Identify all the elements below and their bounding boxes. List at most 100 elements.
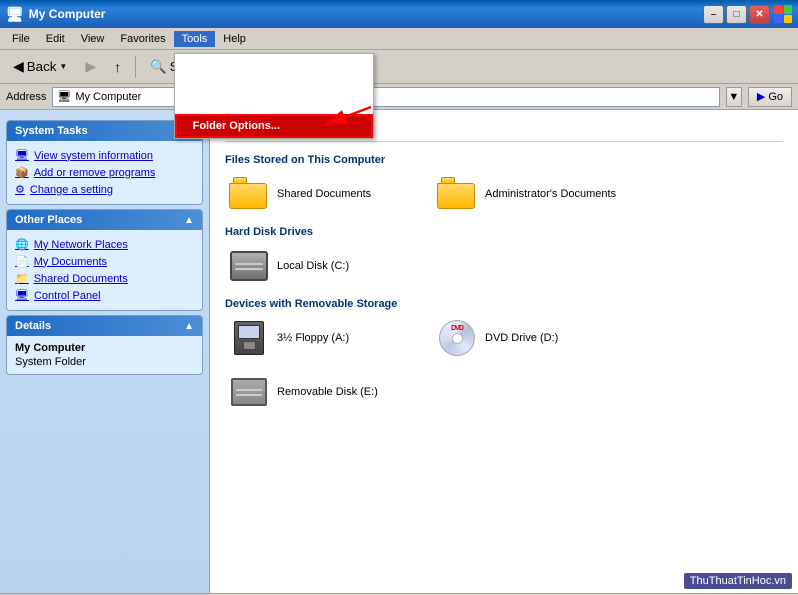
files-grid: Shared Documents Administrator's Documen… — [225, 172, 783, 216]
administrator-docs-item[interactable]: Administrator's Documents — [433, 172, 633, 216]
close-button[interactable]: ✕ — [749, 5, 770, 24]
content-area: My Computer Files Stored on This Compute… — [210, 110, 798, 593]
add-programs-icon: 📦 — [15, 166, 29, 179]
other-places-panel: Other Places ▲ 🌐 My Network Places 📄 My … — [6, 209, 203, 311]
main-layout: System Tasks ▲ 🖥 View system information… — [0, 110, 798, 593]
up-arrow-icon: ↑ — [114, 59, 121, 75]
address-label: Address — [6, 91, 46, 103]
view-system-info-item[interactable]: 🖥 View system information — [11, 147, 198, 164]
address-bar: Address 🖥 My Computer ▼ ▶ Go — [0, 84, 798, 110]
removable-section-label: Devices with Removable Storage — [225, 298, 783, 310]
details-collapse-icon: ▲ — [184, 321, 194, 332]
my-network-places-label: My Network Places — [34, 239, 128, 251]
view-system-info-label: View system information — [34, 150, 153, 162]
details-label: Details — [15, 320, 51, 332]
menu-file[interactable]: File — [4, 31, 38, 47]
back-label: Back — [27, 59, 57, 74]
shared-documents-item[interactable]: 📁 Shared Documents — [11, 270, 198, 287]
back-dropdown-icon: ▼ — [59, 62, 67, 71]
details-header[interactable]: Details ▲ — [7, 316, 202, 336]
floppy-a-item[interactable]: 3½ Floppy (A:) — [225, 316, 425, 360]
system-tasks-body: 🖥 View system information 📦 Add or remov… — [7, 141, 202, 204]
network-places-icon: 🌐 — [15, 238, 29, 251]
menu-tools[interactable]: Tools Map Network Drive... Disconnect Ne… — [174, 31, 216, 47]
change-setting-item[interactable]: ⚙ Change a setting — [11, 181, 198, 198]
menu-help[interactable]: Help — [215, 31, 254, 47]
forward-button[interactable]: ▶ — [78, 54, 103, 79]
administrator-docs-icon — [437, 176, 477, 212]
change-setting-label: Change a setting — [30, 184, 113, 196]
window-title: My Computer — [29, 7, 703, 21]
window-controls: – □ ✕ — [703, 5, 770, 24]
shared-documents-label: Shared Documents — [277, 188, 371, 200]
toolbar: ◀ Back ▼ ▶ ↑ 🔍 Search 📁 Folders ▦ ▼ — [0, 50, 798, 84]
removable-e-label: Removable Disk (E:) — [277, 386, 378, 398]
removable-e-icon — [229, 374, 269, 410]
control-panel-icon: 🖥 — [15, 289, 29, 302]
minimize-button[interactable]: – — [703, 5, 724, 24]
details-title: My Computer — [15, 342, 194, 354]
hard-disk-section-label: Hard Disk Drives — [225, 226, 783, 238]
other-places-header[interactable]: Other Places ▲ — [7, 210, 202, 230]
back-arrow-icon: ◀ — [13, 58, 24, 75]
local-disk-c-label: Local Disk (C:) — [277, 260, 349, 272]
hard-disk-grid: Local Disk (C:) — [225, 244, 783, 288]
my-network-places-item[interactable]: 🌐 My Network Places — [11, 236, 198, 253]
add-remove-programs-item[interactable]: 📦 Add or remove programs — [11, 164, 198, 181]
search-icon: 🔍 — [150, 59, 167, 75]
my-documents-item[interactable]: 📄 My Documents — [11, 253, 198, 270]
add-remove-programs-label: Add or remove programs — [34, 167, 156, 179]
menu-disconnect-network-drive[interactable]: Disconnect Network Drive... — [175, 74, 373, 94]
watermark: ThuThuatTinHoc.vn — [684, 573, 792, 589]
menu-bar: File Edit View Favorites Tools Map Netwo… — [0, 28, 798, 50]
shared-documents-drive-item[interactable]: Shared Documents — [225, 172, 425, 216]
go-arrow-icon: ▶ — [757, 90, 765, 103]
address-value: My Computer — [75, 91, 141, 103]
window-icon: 🖥 — [6, 6, 24, 23]
maximize-button[interactable]: □ — [726, 5, 747, 24]
control-panel-item[interactable]: 🖥 Control Panel — [11, 287, 198, 304]
left-panel: System Tasks ▲ 🖥 View system information… — [0, 110, 210, 593]
floppy-a-icon — [229, 320, 269, 356]
dvd-d-icon: DVD — [437, 320, 477, 356]
back-button[interactable]: ◀ Back ▼ — [6, 54, 74, 79]
menu-synchronize[interactable]: Synchronize... — [175, 94, 373, 114]
removable-grid: 3½ Floppy (A:) DVD DVD Drive (D:) — [225, 316, 783, 360]
menu-edit[interactable]: Edit — [38, 31, 73, 47]
title-bar: 🖥 My Computer – □ ✕ — [0, 0, 798, 28]
other-places-label: Other Places — [15, 214, 82, 226]
address-input[interactable]: 🖥 My Computer — [52, 87, 719, 107]
details-panel: Details ▲ My Computer System Folder — [6, 315, 203, 375]
tools-dropdown: Map Network Drive... Disconnect Network … — [174, 53, 374, 139]
my-documents-label: My Documents — [34, 256, 107, 268]
address-go-button[interactable]: ▶ Go — [748, 87, 792, 107]
details-subtitle: System Folder — [15, 356, 194, 368]
control-panel-label: Control Panel — [34, 290, 101, 302]
other-places-body: 🌐 My Network Places 📄 My Documents 📁 Sha… — [7, 230, 202, 310]
address-icon: 🖥 — [57, 90, 71, 103]
menu-folder-options[interactable]: Folder Options... — [175, 114, 373, 138]
up-button[interactable]: ↑ — [107, 55, 128, 79]
other-places-collapse-icon: ▲ — [184, 215, 194, 226]
dvd-d-label: DVD Drive (D:) — [485, 332, 558, 344]
go-label: Go — [768, 91, 783, 103]
local-disk-c-item[interactable]: Local Disk (C:) — [225, 244, 425, 288]
administrator-docs-label: Administrator's Documents — [485, 188, 616, 200]
local-disk-c-icon — [229, 248, 269, 284]
address-dropdown-button[interactable]: ▼ — [726, 87, 742, 107]
details-body: My Computer System Folder — [7, 336, 202, 374]
menu-view[interactable]: View — [73, 31, 113, 47]
forward-arrow-icon: ▶ — [85, 58, 96, 75]
menu-map-network-drive[interactable]: Map Network Drive... — [175, 54, 373, 74]
xp-logo-flag — [774, 5, 792, 23]
system-tasks-label: System Tasks — [15, 125, 88, 137]
dvd-d-item[interactable]: DVD DVD Drive (D:) — [433, 316, 633, 360]
shared-documents-icon — [229, 176, 269, 212]
monitor-icon: 🖥 — [15, 149, 29, 162]
menu-favorites[interactable]: Favorites — [112, 31, 173, 47]
floppy-a-label: 3½ Floppy (A:) — [277, 332, 349, 344]
removable-e-item[interactable]: Removable Disk (E:) — [225, 370, 425, 414]
files-section-label: Files Stored on This Computer — [225, 154, 783, 166]
settings-icon: ⚙ — [15, 183, 25, 196]
removable-grid-2: Removable Disk (E:) — [225, 370, 783, 414]
